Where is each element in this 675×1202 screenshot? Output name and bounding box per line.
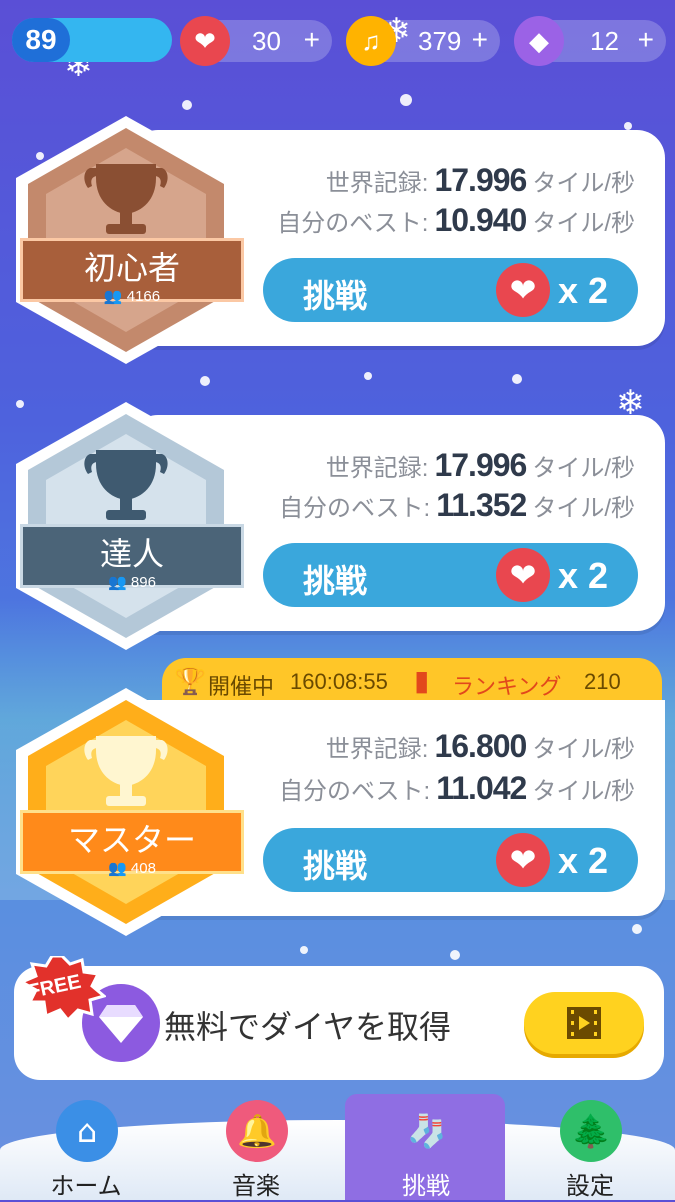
snow-dot: [300, 946, 308, 954]
world-record-value: 17.996: [434, 447, 527, 483]
rank-ribbon: マスター 👥 408: [20, 810, 244, 877]
snow-dot: [200, 376, 210, 386]
event-timer: 160:08:55: [290, 669, 388, 694]
rank-badge-master: マスター 👥 408: [6, 684, 246, 939]
personal-best-row: 自分のベスト: 11.352 タイル/秒: [279, 487, 635, 524]
diamond-icon: ◆: [514, 16, 564, 66]
add-hearts-button[interactable]: +: [304, 24, 320, 56]
player-count: 👥 896: [23, 573, 241, 591]
home-icon: ⌂: [56, 1100, 118, 1162]
personal-best-value: 11.042: [436, 770, 527, 806]
world-record-row: 世界記録: 17.996 タイル/秒: [326, 162, 635, 199]
notes-counter[interactable]: ♫ 379 +: [346, 16, 500, 66]
challenge-button-label: 挑戦: [303, 278, 368, 314]
music-note-icon: ♫: [346, 16, 396, 66]
snow-dot: [512, 374, 522, 384]
personal-best-label: 自分のベスト:: [279, 495, 431, 522]
world-record-row: 世界記録: 17.996 タイル/秒: [326, 447, 635, 484]
hearts-value: 30: [252, 26, 281, 56]
add-notes-button[interactable]: +: [472, 24, 488, 56]
personal-best-row: 自分のベスト: 11.042 タイル/秒: [279, 770, 635, 807]
player-count: 👥 4166: [23, 287, 241, 305]
rank-name: 達人: [99, 536, 164, 572]
rank-ribbon: 初心者 👥 4166: [20, 238, 244, 305]
rank-badge-beginner: 初心者 👥 4166: [6, 112, 246, 367]
players-icon: 👥: [108, 574, 127, 591]
add-diamonds-button[interactable]: +: [638, 24, 654, 56]
rank-badge-expert: 達人 👥 896: [6, 398, 246, 653]
rank-ribbon: 達人 👥 896: [20, 524, 244, 591]
free-badge: FREE: [18, 954, 108, 1023]
free-diamonds-card[interactable]: 無料でダイヤを取得: [14, 966, 664, 1080]
world-record-value: 17.996: [434, 162, 527, 198]
ranking-value: 210: [584, 669, 621, 694]
heart-icon: ❤: [496, 548, 550, 602]
level-progress: 89: [12, 18, 172, 62]
heart-icon: ❤: [496, 833, 550, 887]
snow-dot: [624, 122, 632, 130]
challenge-button-label: 挑戦: [303, 563, 368, 599]
stocking-icon: 🧦: [407, 1112, 447, 1150]
challenge-button[interactable]: 挑戦 ❤ x 2: [263, 258, 638, 322]
unit-label: タイル/秒: [532, 170, 635, 197]
diamonds-counter[interactable]: ◆ 12 +: [514, 16, 666, 66]
nav-label: 設定: [566, 1173, 614, 1200]
level-badge: 89: [12, 18, 70, 62]
rank-name: マスター: [67, 822, 196, 858]
heart-cost: x 2: [558, 840, 609, 881]
unit-label: タイル/秒: [532, 210, 635, 237]
players-icon: 👥: [103, 288, 123, 305]
world-record-label: 世界記録:: [325, 455, 429, 482]
tree-icon: 🌲: [560, 1100, 622, 1162]
heart-cost: x 2: [558, 555, 609, 596]
challenge-button[interactable]: 挑戦 ❤ x 2: [263, 543, 638, 607]
snow-dot: [400, 94, 412, 106]
player-count: 👥 408: [23, 859, 241, 877]
challenge-button[interactable]: 挑戦 ❤ x 2: [263, 828, 638, 892]
nav-item-settings[interactable]: 🌲 設定: [530, 1092, 650, 1202]
player-count-value: 408: [130, 860, 156, 877]
nav-label: 挑戦: [402, 1173, 450, 1200]
world-record-value: 16.800: [434, 728, 527, 764]
personal-best-value: 10.940: [434, 202, 527, 238]
nav-item-home[interactable]: ⌂ ホーム: [26, 1092, 146, 1202]
notes-value: 379: [418, 26, 462, 56]
personal-best-value: 11.352: [436, 487, 527, 523]
unit-label: タイル/秒: [532, 736, 635, 763]
player-count-value: 4166: [126, 288, 161, 305]
hearts-counter[interactable]: ❤ 30 +: [180, 16, 332, 66]
personal-best-row: 自分のベスト: 10.940 タイル/秒: [277, 202, 635, 239]
challenge-button-label: 挑戦: [303, 848, 368, 884]
snow-dot: [364, 372, 372, 380]
diamonds-value: 12: [590, 26, 619, 56]
rank-name: 初心者: [83, 250, 180, 286]
ranking-label[interactable]: ランキング: [452, 669, 561, 701]
nav-label: ホーム: [50, 1173, 122, 1200]
nav-label: 音楽: [232, 1173, 280, 1200]
personal-best-label: 自分のベスト:: [279, 778, 431, 805]
heart-cost: x 2: [558, 270, 609, 311]
free-diamonds-text: 無料でダイヤを取得: [164, 1009, 452, 1045]
unit-label: タイル/秒: [532, 778, 635, 805]
snow-dot: [450, 950, 460, 960]
world-record-label: 世界記録:: [325, 170, 429, 197]
unit-label: タイル/秒: [532, 495, 635, 522]
status-bar: 89 ❤ 30 + ♫ 379 + ◆ 12 +: [0, 0, 675, 90]
players-icon: 👥: [108, 860, 127, 877]
heart-icon: ❤: [496, 263, 550, 317]
bell-icon: 🔔: [226, 1100, 288, 1162]
nav-item-challenge[interactable]: 🧦 挑戦: [366, 1092, 486, 1202]
world-record-row: 世界記録: 16.800 タイル/秒: [326, 728, 635, 765]
snow-dot: [632, 924, 642, 934]
nav-item-music[interactable]: 🔔 音楽: [196, 1092, 316, 1202]
ranking-chart-icon: ▮: [414, 665, 430, 696]
player-count-value: 896: [130, 574, 156, 591]
personal-best-label: 自分のベスト:: [277, 210, 429, 237]
unit-label: タイル/秒: [532, 455, 635, 482]
heart-icon: ❤: [180, 16, 230, 66]
watch-video-button[interactable]: [524, 992, 644, 1054]
world-record-label: 世界記録:: [325, 736, 429, 763]
video-icon: [567, 1007, 601, 1039]
snow-dot: [182, 100, 192, 110]
